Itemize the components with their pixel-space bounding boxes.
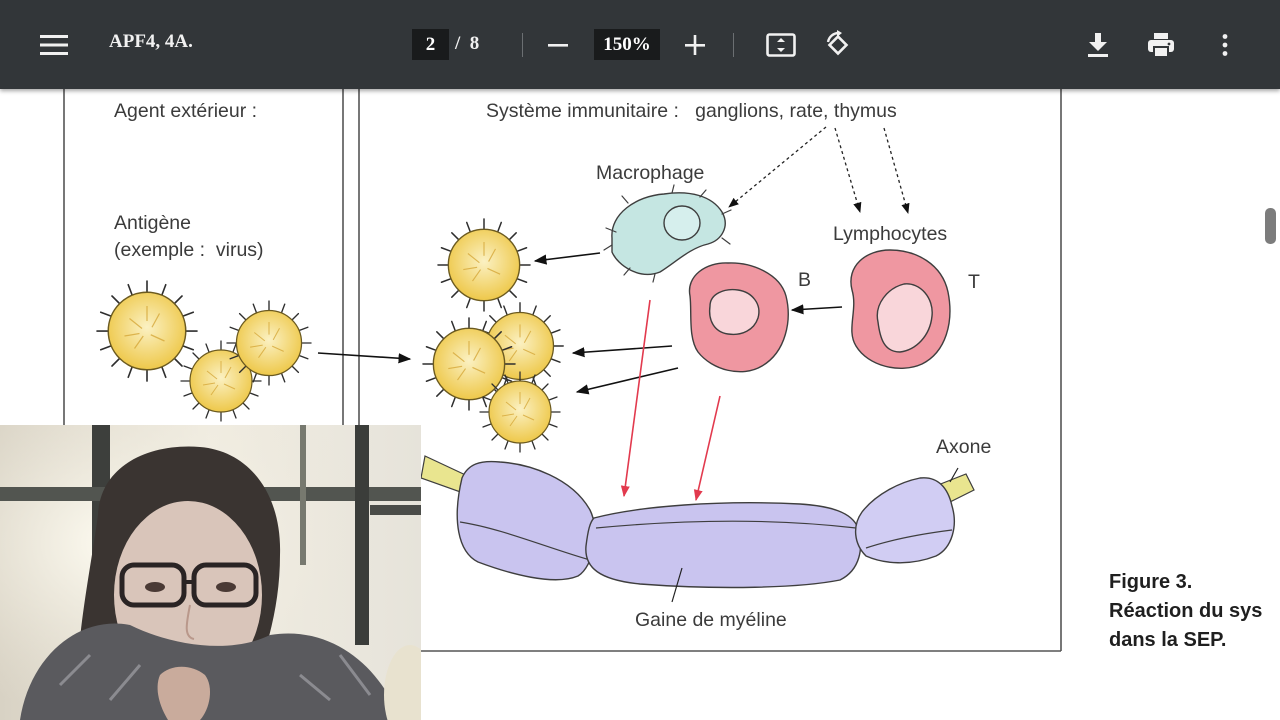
vertical-scrollbar-thumb[interactable] bbox=[1265, 208, 1276, 244]
minus-icon bbox=[548, 44, 568, 47]
arrow-antigen-to-system bbox=[317, 352, 412, 364]
menu-button[interactable] bbox=[34, 25, 74, 65]
red-arrow-2 bbox=[693, 395, 721, 502]
rotate-icon bbox=[826, 30, 849, 56]
download-icon bbox=[1088, 33, 1108, 57]
more-vert-icon bbox=[1222, 34, 1228, 56]
menu-icon bbox=[40, 35, 68, 55]
agent-label: Agent extérieur : bbox=[114, 100, 258, 122]
fit-page-icon bbox=[766, 33, 796, 57]
t-label: T bbox=[968, 271, 980, 293]
axone-label: Axone bbox=[936, 436, 992, 458]
lymphocyte-b-cell bbox=[688, 262, 789, 373]
dashed-arrows bbox=[728, 126, 910, 215]
macrophage-label: Macrophage bbox=[596, 162, 705, 184]
zoom-in-button[interactable] bbox=[675, 25, 715, 65]
page-count: / 8 bbox=[455, 33, 479, 55]
page-number-input[interactable]: 2 bbox=[412, 29, 449, 60]
more-actions-button[interactable] bbox=[1205, 25, 1245, 65]
print-button[interactable] bbox=[1141, 25, 1181, 65]
document-title: APF4, 4A. bbox=[109, 31, 193, 52]
b-label: B bbox=[798, 269, 812, 291]
zoom-out-button[interactable] bbox=[538, 25, 578, 65]
figure-caption-line: dans la SEP. bbox=[1109, 629, 1227, 651]
figure-caption-title: Figure 3. bbox=[1109, 571, 1193, 593]
rotate-button[interactable] bbox=[818, 25, 858, 65]
arrow-b-to-antigen-2 bbox=[575, 367, 679, 395]
total-pages: 8 bbox=[469, 33, 480, 54]
red-arrow-1 bbox=[620, 299, 651, 498]
antigen-virus-group-left bbox=[96, 280, 312, 422]
figure-caption-line: Réaction du sys bbox=[1109, 600, 1263, 622]
immune-system-label: Système immunitaire : ganglions, rate, t… bbox=[486, 100, 897, 122]
fit-page-button[interactable] bbox=[761, 25, 801, 65]
toolbar-divider bbox=[733, 33, 734, 57]
antigen-example-label: (exemple : virus) bbox=[114, 239, 264, 261]
zoom-level-input[interactable]: 150% bbox=[594, 29, 660, 60]
page-separator: / bbox=[455, 33, 461, 54]
plus-icon bbox=[685, 35, 705, 55]
webcam-video-frame bbox=[0, 425, 421, 720]
webcam-overlay bbox=[0, 425, 421, 720]
toolbar-divider bbox=[522, 33, 523, 57]
arrow-b-to-antigen-1 bbox=[571, 345, 673, 358]
axon-myelin-drawing bbox=[420, 455, 975, 603]
pdf-toolbar: APF4, 4A. 2 / 8 150% bbox=[0, 0, 1280, 89]
antigen-label: Antigène bbox=[114, 212, 191, 234]
arrow-macrophage-to-antigen bbox=[533, 252, 601, 265]
myelin-label: Gaine de myéline bbox=[635, 609, 787, 631]
lymphocytes-label: Lymphocytes bbox=[833, 223, 948, 245]
lymphocyte-t-cell bbox=[850, 249, 951, 369]
download-button[interactable] bbox=[1078, 25, 1118, 65]
antigen-virus-group-right bbox=[422, 218, 564, 453]
arrow-t-to-b bbox=[790, 304, 843, 315]
print-icon bbox=[1148, 33, 1174, 58]
